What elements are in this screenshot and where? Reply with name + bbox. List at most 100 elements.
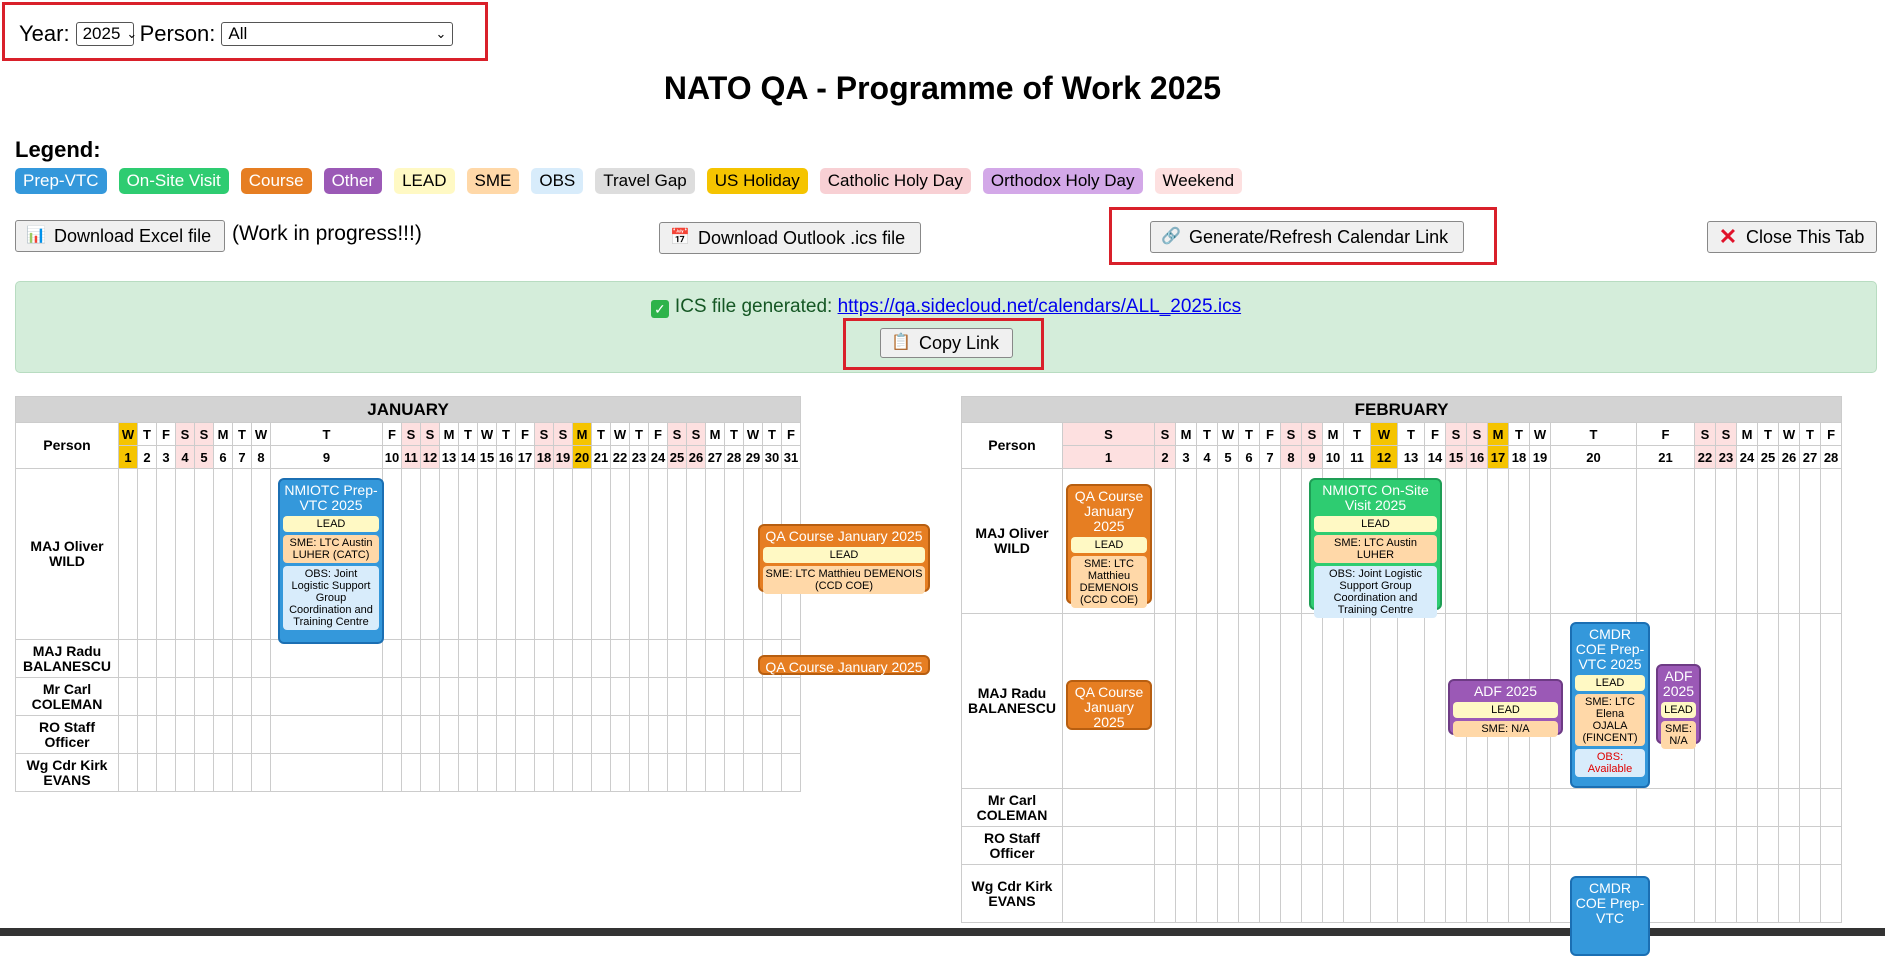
day-cell[interactable]	[1322, 788, 1344, 827]
day-cell[interactable]	[1550, 788, 1637, 827]
day-cell[interactable]	[1196, 826, 1218, 865]
day-cell[interactable]	[743, 677, 763, 716]
day-cell[interactable]	[534, 468, 554, 640]
day-cell[interactable]	[251, 677, 271, 716]
day-cell[interactable]	[1487, 788, 1509, 827]
day-cell[interactable]	[477, 677, 497, 716]
day-cell[interactable]	[1819, 788, 1843, 827]
day-cell[interactable]	[1445, 468, 1467, 614]
day-cell[interactable]	[648, 639, 668, 678]
day-cell[interactable]	[232, 639, 252, 678]
day-cell[interactable]	[648, 468, 668, 640]
day-cell[interactable]	[667, 677, 687, 716]
day-cell[interactable]	[156, 677, 176, 716]
day-cell[interactable]	[496, 677, 516, 716]
day-cell[interactable]	[1778, 788, 1800, 827]
day-cell[interactable]	[572, 468, 592, 640]
day-cell[interactable]	[382, 677, 402, 716]
day-cell[interactable]	[439, 715, 459, 754]
day-cell[interactable]	[1370, 613, 1398, 789]
day-cell[interactable]	[686, 468, 706, 640]
day-cell[interactable]	[213, 639, 233, 678]
day-cell[interactable]	[1736, 613, 1758, 789]
day-cell[interactable]	[496, 639, 516, 678]
day-cell[interactable]	[610, 468, 630, 640]
day-cell[interactable]	[1819, 613, 1843, 789]
copy-link-button[interactable]: 📋 Copy Link	[880, 328, 1013, 358]
day-cell[interactable]	[194, 753, 214, 792]
event-block[interactable]: NMIOTC On-Site Visit 2025 LEAD SME: LTC Au…	[1309, 478, 1442, 618]
day-cell[interactable]	[156, 715, 176, 754]
day-cell[interactable]	[572, 677, 592, 716]
day-cell[interactable]	[156, 468, 176, 640]
day-cell[interactable]	[1487, 864, 1509, 923]
day-cell[interactable]	[591, 677, 611, 716]
day-cell[interactable]	[1238, 468, 1260, 614]
day-cell[interactable]	[1445, 864, 1467, 923]
day-cell[interactable]	[382, 753, 402, 792]
day-cell[interactable]	[1280, 826, 1302, 865]
day-cell[interactable]	[591, 468, 611, 640]
day-cell[interactable]	[515, 639, 535, 678]
day-cell[interactable]	[1196, 864, 1218, 923]
day-cell[interactable]	[1280, 468, 1302, 614]
day-cell[interactable]	[1508, 788, 1530, 827]
day-cell[interactable]	[1778, 826, 1800, 865]
ics-link[interactable]: https://qa.sidecloud.net/calendars/ALL_2…	[838, 296, 1242, 317]
day-cell[interactable]	[1370, 826, 1398, 865]
day-cell[interactable]	[439, 677, 459, 716]
download-outlook-button[interactable]: 📅 Download Outlook .ics file	[659, 222, 921, 254]
day-cell[interactable]	[1217, 826, 1239, 865]
day-cell[interactable]	[458, 715, 478, 754]
day-cell[interactable]	[439, 639, 459, 678]
day-cell[interactable]	[1550, 468, 1637, 614]
day-cell[interactable]	[137, 677, 157, 716]
day-cell[interactable]	[1508, 864, 1530, 923]
day-cell[interactable]	[1508, 468, 1530, 614]
day-cell[interactable]	[458, 753, 478, 792]
day-cell[interactable]	[1819, 826, 1843, 865]
event-block[interactable]: CMDR COE Prep-VTC	[1570, 876, 1650, 956]
day-cell[interactable]	[572, 753, 592, 792]
day-cell[interactable]	[1397, 864, 1425, 923]
day-cell[interactable]	[1217, 788, 1239, 827]
day-cell[interactable]	[401, 677, 421, 716]
day-cell[interactable]	[156, 753, 176, 792]
day-cell[interactable]	[1487, 468, 1509, 614]
day-cell[interactable]	[1757, 826, 1779, 865]
day-cell[interactable]	[1757, 864, 1779, 923]
day-cell[interactable]	[477, 715, 497, 754]
day-cell[interactable]	[743, 753, 763, 792]
day-cell[interactable]	[1217, 864, 1239, 923]
day-cell[interactable]	[762, 715, 782, 754]
day-cell[interactable]	[496, 753, 516, 792]
day-cell[interactable]	[515, 468, 535, 640]
day-cell[interactable]	[591, 639, 611, 678]
day-cell[interactable]	[610, 753, 630, 792]
day-cell[interactable]	[251, 639, 271, 678]
day-cell[interactable]	[477, 639, 497, 678]
download-excel-button[interactable]: 📊 Download Excel file	[15, 220, 225, 252]
day-cell[interactable]	[1217, 468, 1239, 614]
day-cell[interactable]	[667, 639, 687, 678]
day-cell[interactable]	[1424, 613, 1446, 789]
day-cell[interactable]	[251, 753, 271, 792]
day-cell[interactable]	[1343, 826, 1371, 865]
day-cell[interactable]	[175, 715, 195, 754]
day-cell[interactable]	[724, 468, 744, 640]
day-cell[interactable]	[232, 677, 252, 716]
day-cell[interactable]	[1301, 613, 1323, 789]
day-cell[interactable]	[1424, 826, 1446, 865]
day-cell[interactable]	[477, 753, 497, 792]
event-block[interactable]: ADF 2025 LEAD SME: N/A	[1656, 664, 1701, 749]
day-cell[interactable]	[1238, 826, 1260, 865]
day-cell[interactable]	[1259, 864, 1281, 923]
day-cell[interactable]	[629, 715, 649, 754]
day-cell[interactable]	[553, 468, 573, 640]
day-cell[interactable]	[1694, 826, 1716, 865]
day-cell[interactable]	[118, 639, 138, 678]
day-cell[interactable]	[1175, 826, 1197, 865]
year-select[interactable]: 2025 ⌄	[75, 22, 137, 46]
day-cell[interactable]	[1217, 613, 1239, 789]
day-cell[interactable]	[496, 468, 516, 640]
